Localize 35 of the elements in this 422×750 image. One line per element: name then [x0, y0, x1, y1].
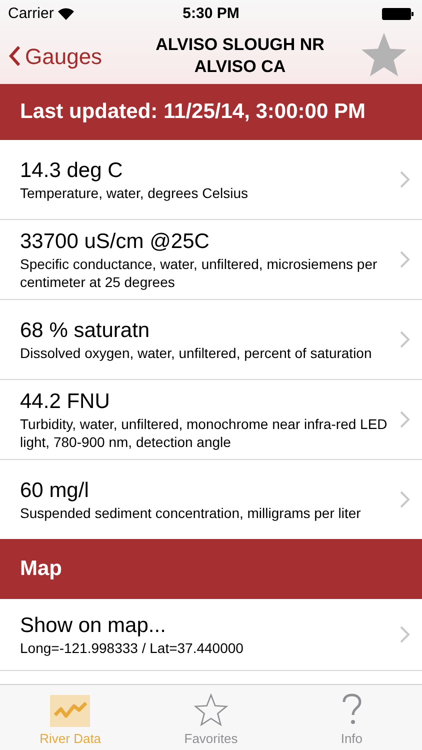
- reading-description: Dissolved oxygen, water, unfiltered, percent of saturation: [20, 344, 373, 362]
- reading-row[interactable]: 68 % saturatn Dissolved oxygen, water, unfiltered, percent of saturation: [0, 300, 422, 380]
- reading-description: Turbidity, water, unfiltered, monochrome near infra-red LED light, 780-900 nm, detection angle: [20, 414, 388, 450]
- reading-description: Specific conductance, water, unfiltered, microsiemens per centimeter at 25 degrees: [20, 254, 378, 290]
- line-chart-icon: [50, 694, 90, 726]
- reading-value: 60 mg/l: [20, 478, 90, 504]
- last-updated-header: Last updated: 11/25/14, 3:00:00 PM: [0, 84, 422, 140]
- reading-row[interactable]: 44.2 FNU Turbidity, water, unfiltered, monochrome near infra-red LED light, 780-900 nm, detection angle: [0, 380, 422, 460]
- coordinates: Long=-121.998333 / Lat=37.440000: [20, 638, 244, 656]
- chevron-icon: [400, 491, 410, 508]
- carrier-label: Carrier: [8, 4, 54, 24]
- chevron-icon: [400, 171, 410, 188]
- reading-value: 33700 uS/cm @25C: [20, 228, 210, 254]
- reading-value: 68 % saturatn: [20, 318, 151, 344]
- map-link-title: Show on map...: [20, 612, 167, 638]
- reading-description: Temperature, water, degrees Celsius: [20, 184, 249, 202]
- reading-value: 44.2 FNU: [20, 388, 111, 414]
- back-chevron-icon: [8, 45, 21, 67]
- map-section-header: Map: [0, 539, 422, 599]
- back-button[interactable]: Gauges: [8, 40, 126, 72]
- chevron-icon: [400, 331, 410, 348]
- star-icon: [193, 692, 229, 726]
- chevron-icon: [400, 411, 410, 428]
- chevron-icon: [400, 251, 410, 268]
- chevron-icon: [400, 626, 410, 643]
- reading-description: Suspended sediment concentration, milligrams per liter: [20, 504, 362, 522]
- reading-row[interactable]: 33700 uS/cm @25C Specific conductance, water, unfiltered, microsiemens per centimeter at 25 degrees: [0, 220, 422, 300]
- reading-value: 14.3 deg C: [20, 158, 124, 184]
- nav-title: ALVISO SLOUGH NR ALVISO CA: [154, 34, 326, 78]
- question-mark-icon: [340, 692, 363, 726]
- wifi-icon: [58, 8, 74, 20]
- battery-icon: [382, 8, 414, 20]
- map-row[interactable]: Show on map... Long=-121.998333 / Lat=37.440000: [0, 599, 422, 671]
- status-time: 5:30 PM: [182, 4, 240, 24]
- reading-row[interactable]: 14.3 deg C Temperature, water, degrees Celsius: [0, 140, 422, 220]
